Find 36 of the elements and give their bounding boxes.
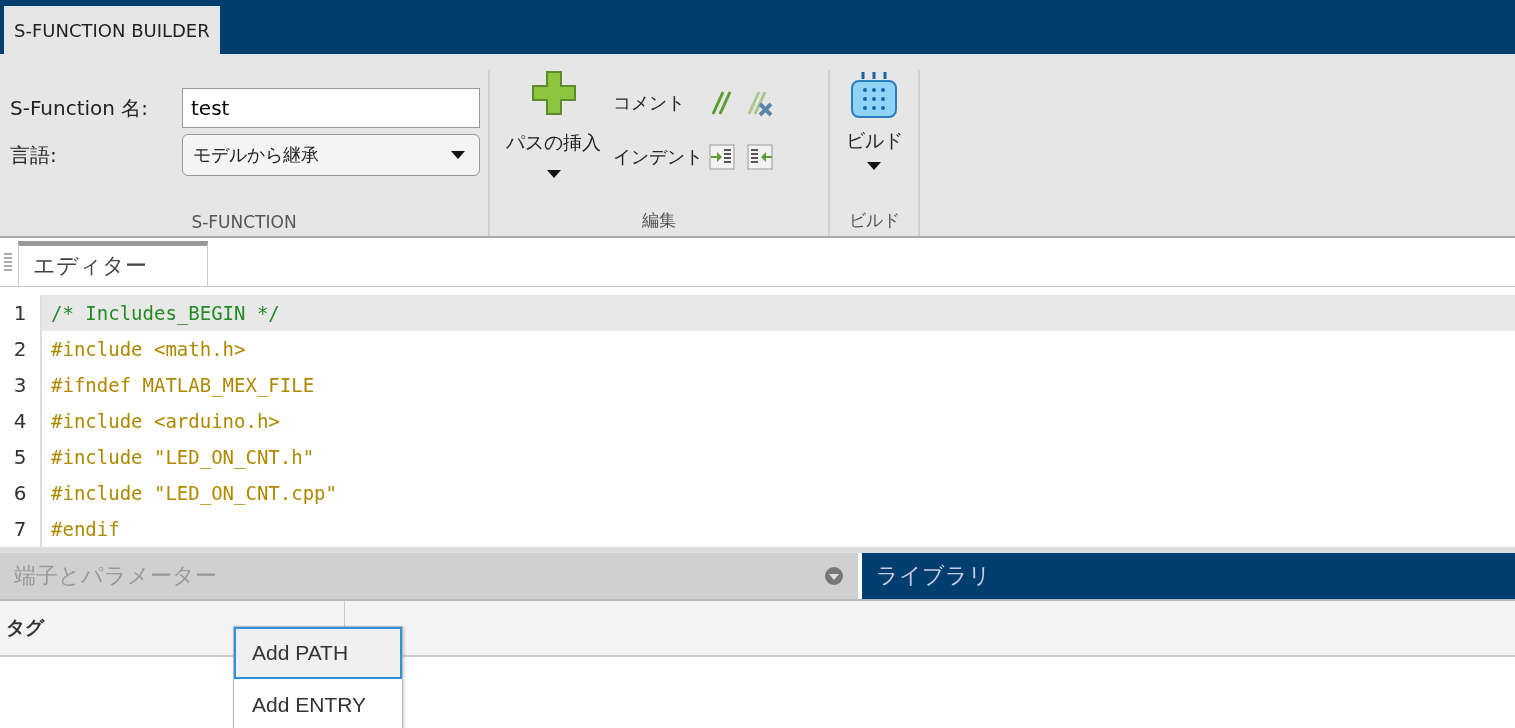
caret-icon bbox=[867, 162, 881, 170]
menu-item[interactable]: Add ENTRY bbox=[234, 679, 402, 728]
indent-icon[interactable] bbox=[707, 142, 737, 172]
line-number: 6 bbox=[0, 475, 42, 511]
indent-label: インデント bbox=[613, 145, 703, 169]
outdent-icon[interactable] bbox=[745, 142, 775, 172]
code-line: #include "LED_ON_CNT.h" bbox=[50, 445, 316, 471]
insert-path-button[interactable]: パスの挿入 bbox=[504, 70, 603, 178]
code-line: #include "LED_ON_CNT.cpp" bbox=[50, 481, 338, 507]
line-number: 4 bbox=[0, 403, 42, 439]
line-number: 5 bbox=[0, 439, 42, 475]
comment-label: コメント bbox=[613, 91, 686, 115]
menu-item[interactable]: Add PATH bbox=[234, 627, 402, 679]
line-number: 2 bbox=[0, 331, 42, 367]
plus-icon bbox=[530, 70, 577, 116]
code-line: #include <math.h> bbox=[50, 337, 247, 362]
drag-handle-icon[interactable] bbox=[4, 252, 12, 272]
caret-icon bbox=[546, 170, 561, 178]
language-dropdown[interactable]: モデルから継承 bbox=[182, 134, 480, 176]
code-line: #endif bbox=[50, 517, 121, 542]
editor-tab[interactable]: エディター bbox=[18, 241, 208, 286]
app-tab[interactable]: S-FUNCTION BUILDER bbox=[4, 6, 220, 54]
code-line: #include <arduino.h> bbox=[50, 409, 281, 434]
name-field[interactable]: test bbox=[182, 88, 480, 128]
calendar-icon bbox=[849, 70, 899, 120]
code-line: #ifndef MATLAB_MEX_FILE bbox=[50, 373, 316, 399]
dropdown-icon bbox=[824, 566, 844, 586]
caret-icon bbox=[451, 151, 465, 159]
build-button[interactable]: ビルド bbox=[843, 70, 905, 170]
group-label: 編集 bbox=[642, 209, 676, 232]
name-label: S-Function 名: bbox=[10, 94, 150, 122]
line-number: 3 bbox=[0, 367, 42, 403]
group-label: ビルド bbox=[848, 209, 900, 232]
line-number: 7 bbox=[0, 511, 42, 547]
language-label: 言語: bbox=[10, 141, 58, 169]
group-label: S-FUNCTION bbox=[191, 212, 297, 234]
